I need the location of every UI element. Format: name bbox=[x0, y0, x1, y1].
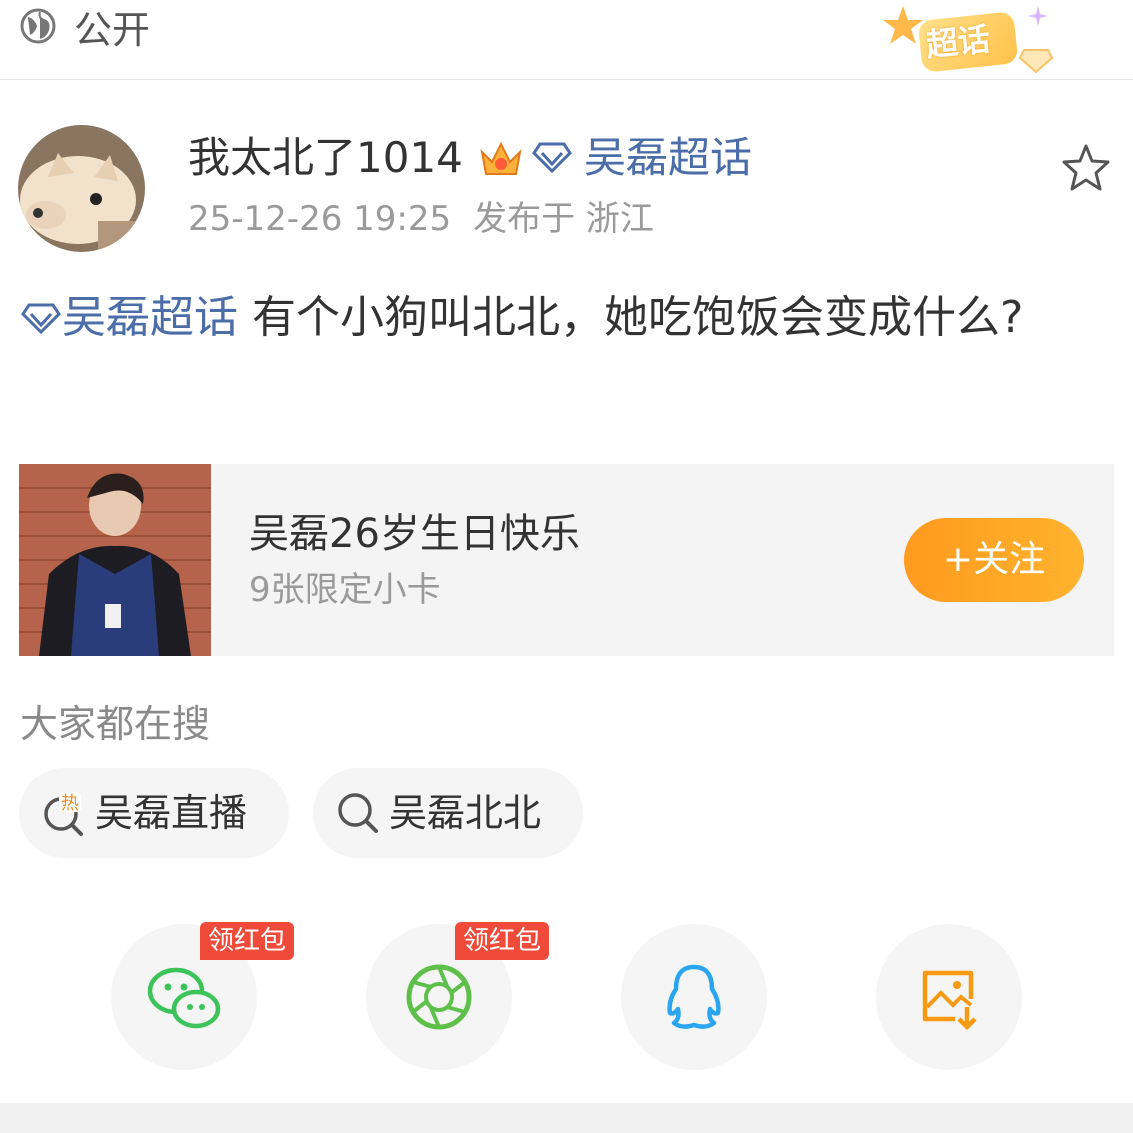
body-topic-tag[interactable]: 吴磊超话 bbox=[62, 292, 238, 343]
username[interactable]: 我太北了1014 bbox=[188, 132, 463, 184]
topic-card[interactable]: 吴磊26岁生日快乐 9张限定小卡 +关注 bbox=[19, 464, 1114, 656]
globe-icon[interactable] bbox=[18, 6, 58, 46]
moments-icon bbox=[406, 964, 472, 1030]
card-thumbnail bbox=[19, 464, 211, 656]
search-chip[interactable]: 热 吴磊直播 bbox=[19, 768, 289, 858]
post-time: 25-12-26 19:25 bbox=[188, 199, 452, 239]
topic-link[interactable]: 吴磊超话 bbox=[584, 132, 752, 184]
body-text: 有个小狗叫北北，她吃饱饭会变成什么? bbox=[238, 292, 1024, 343]
redpack-badge: 领红包 bbox=[455, 922, 550, 960]
post-meta: 25-12-26 19:25 发布于 浙江 bbox=[188, 196, 654, 242]
person-photo-image bbox=[19, 464, 211, 656]
post-source: 发布于 浙江 bbox=[473, 199, 654, 239]
share-qq-button[interactable] bbox=[621, 924, 767, 1070]
top-bar: 公开 超话 bbox=[0, 0, 1133, 80]
save-image-button[interactable] bbox=[876, 924, 1022, 1070]
search-chip-label: 吴磊北北 bbox=[389, 791, 542, 835]
search-chip-label: 吴磊直播 bbox=[95, 791, 248, 835]
chaohua-badge[interactable]: 超话 bbox=[878, 2, 1058, 80]
diamond-deco-icon bbox=[1018, 49, 1054, 74]
wechat-icon bbox=[147, 967, 221, 1029]
favorite-star-icon[interactable] bbox=[1060, 142, 1112, 194]
follow-button[interactable]: +关注 bbox=[904, 518, 1084, 602]
search-icon bbox=[338, 793, 378, 833]
search-chip[interactable]: 吴磊北北 bbox=[313, 768, 583, 858]
dog-avatar-image bbox=[18, 125, 145, 252]
diamond-icon bbox=[532, 142, 572, 174]
avatar[interactable] bbox=[18, 125, 145, 252]
chaohua-badge-label: 超话 bbox=[924, 19, 992, 65]
crown-icon bbox=[480, 141, 522, 175]
hot-search-icon: 热 bbox=[44, 792, 83, 836]
card-title: 吴磊26岁生日快乐 bbox=[249, 511, 580, 557]
card-subtitle: 9张限定小卡 bbox=[249, 570, 441, 610]
redpack-badge: 领红包 bbox=[200, 922, 295, 960]
topic-diamond-icon bbox=[21, 303, 61, 335]
post-body: 吴磊超话 有个小狗叫北北，她吃饱饭会变成什么? bbox=[20, 286, 1115, 350]
svg-text:热: 热 bbox=[61, 793, 79, 814]
bottom-divider bbox=[0, 1103, 1133, 1133]
sparkle-icon bbox=[1028, 6, 1048, 26]
qq-icon bbox=[667, 964, 721, 1029]
save-image-icon bbox=[922, 970, 977, 1031]
visibility-label[interactable]: 公开 bbox=[74, 6, 150, 54]
search-section-title: 大家都在搜 bbox=[20, 702, 211, 746]
